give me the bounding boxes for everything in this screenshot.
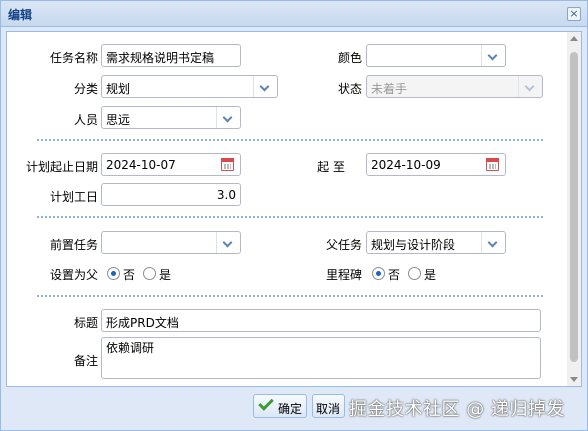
pre-task-label: 前置任务 <box>49 238 98 252</box>
chevron-down-icon <box>487 237 498 248</box>
pre-task-select[interactable] <box>101 231 241 254</box>
parent-task-value: 规划与设计阶段 <box>371 238 456 252</box>
date-to-label: 起 至 <box>317 160 345 174</box>
set-as-parent-label: 设置为父 <box>49 268 98 282</box>
section-divider <box>37 139 543 141</box>
milestone-yes-label: 是 <box>424 268 437 282</box>
workdays-value: 3.0 <box>216 188 236 202</box>
person-dropdown-trigger[interactable] <box>216 107 240 128</box>
end-date-field[interactable]: 2024-10-09 <box>366 153 506 176</box>
section-divider <box>37 216 543 218</box>
chevron-down-icon <box>487 50 498 61</box>
note-value: 依赖调研 <box>106 341 155 355</box>
dialog-title: 编辑 <box>8 8 33 22</box>
person-value: 思远 <box>106 113 131 127</box>
milestone-yes-radio[interactable] <box>408 267 421 280</box>
set-parent-no-label: 否 <box>123 268 136 282</box>
person-select[interactable]: 思远 <box>101 106 241 129</box>
title-bar[interactable]: 编辑 × <box>1 1 587 27</box>
pre-task-dropdown-trigger[interactable] <box>216 232 240 253</box>
start-date-value: 2024-10-07 <box>106 158 176 172</box>
chevron-down-icon <box>222 112 233 123</box>
title-field-label: 标题 <box>73 316 98 330</box>
note-textarea[interactable]: 依赖调研 <box>101 337 541 379</box>
vertical-scrollbar[interactable] <box>567 32 581 386</box>
end-date-value: 2024-10-09 <box>371 158 441 172</box>
color-select[interactable] <box>366 44 506 67</box>
form-body: 任务名称 需求规格说明书定稿 颜色 分类 规划 状态 未着手 人员 思远 计划起… <box>6 31 582 387</box>
ok-button[interactable]: 确定 <box>253 394 307 418</box>
status-value: 未着手 <box>371 82 408 96</box>
calendar-icon[interactable] <box>486 158 499 171</box>
parent-task-label: 父任务 <box>325 238 362 252</box>
milestone-label: 里程碑 <box>325 268 362 282</box>
scroll-down-icon[interactable] <box>570 377 578 382</box>
status-select[interactable]: 未着手 <box>366 75 543 98</box>
set-parent-yes-radio[interactable] <box>143 267 156 280</box>
plan-dates-label: 计划起止日期 <box>25 160 98 174</box>
color-label: 颜色 <box>337 51 362 65</box>
watermark: 掘金技术社区 @ 递归掉发 <box>349 399 565 420</box>
category-label: 分类 <box>73 82 98 96</box>
scroll-up-icon[interactable] <box>570 36 578 41</box>
category-select[interactable]: 规划 <box>101 75 278 98</box>
status-dropdown-trigger[interactable] <box>518 76 542 97</box>
title-input[interactable]: 形成PRD文档 <box>101 309 541 332</box>
close-button[interactable]: × <box>567 7 581 21</box>
close-icon: × <box>569 7 579 20</box>
chevron-down-icon <box>259 81 270 92</box>
milestone-no-label: 否 <box>388 268 401 282</box>
category-value: 规划 <box>106 82 131 96</box>
task-name-input[interactable]: 需求规格说明书定稿 <box>101 44 241 67</box>
chevron-down-icon <box>222 237 233 248</box>
cancel-button-label: 取消 <box>316 402 341 416</box>
calendar-icon[interactable] <box>221 158 234 171</box>
edit-dialog: 编辑 × 任务名称 需求规格说明书定稿 颜色 分类 规划 状态 未着手 人员 思… <box>0 0 588 431</box>
scroll-thumb[interactable] <box>570 52 578 362</box>
milestone-no-radio[interactable] <box>372 267 385 280</box>
chevron-down-icon <box>524 81 535 92</box>
parent-task-dropdown-trigger[interactable] <box>481 232 505 253</box>
task-name-value: 需求规格说明书定稿 <box>106 51 215 65</box>
color-dropdown-trigger[interactable] <box>481 45 505 66</box>
status-label: 状态 <box>337 82 362 96</box>
section-divider <box>37 295 543 297</box>
title-value: 形成PRD文档 <box>106 316 179 330</box>
task-name-label: 任务名称 <box>49 51 98 65</box>
start-date-field[interactable]: 2024-10-07 <box>101 153 241 176</box>
category-dropdown-trigger[interactable] <box>253 76 277 97</box>
workdays-input[interactable]: 3.0 <box>101 183 241 206</box>
cancel-button[interactable]: 取消 <box>312 394 345 418</box>
set-parent-yes-label: 是 <box>159 268 172 282</box>
note-label: 备注 <box>73 354 98 368</box>
set-parent-no-radio[interactable] <box>107 267 120 280</box>
ok-button-label: 确定 <box>278 402 303 416</box>
workdays-label: 计划工日 <box>49 190 98 204</box>
person-label: 人员 <box>73 113 98 127</box>
parent-task-select[interactable]: 规划与设计阶段 <box>366 231 506 254</box>
checkmark-icon <box>258 395 274 411</box>
